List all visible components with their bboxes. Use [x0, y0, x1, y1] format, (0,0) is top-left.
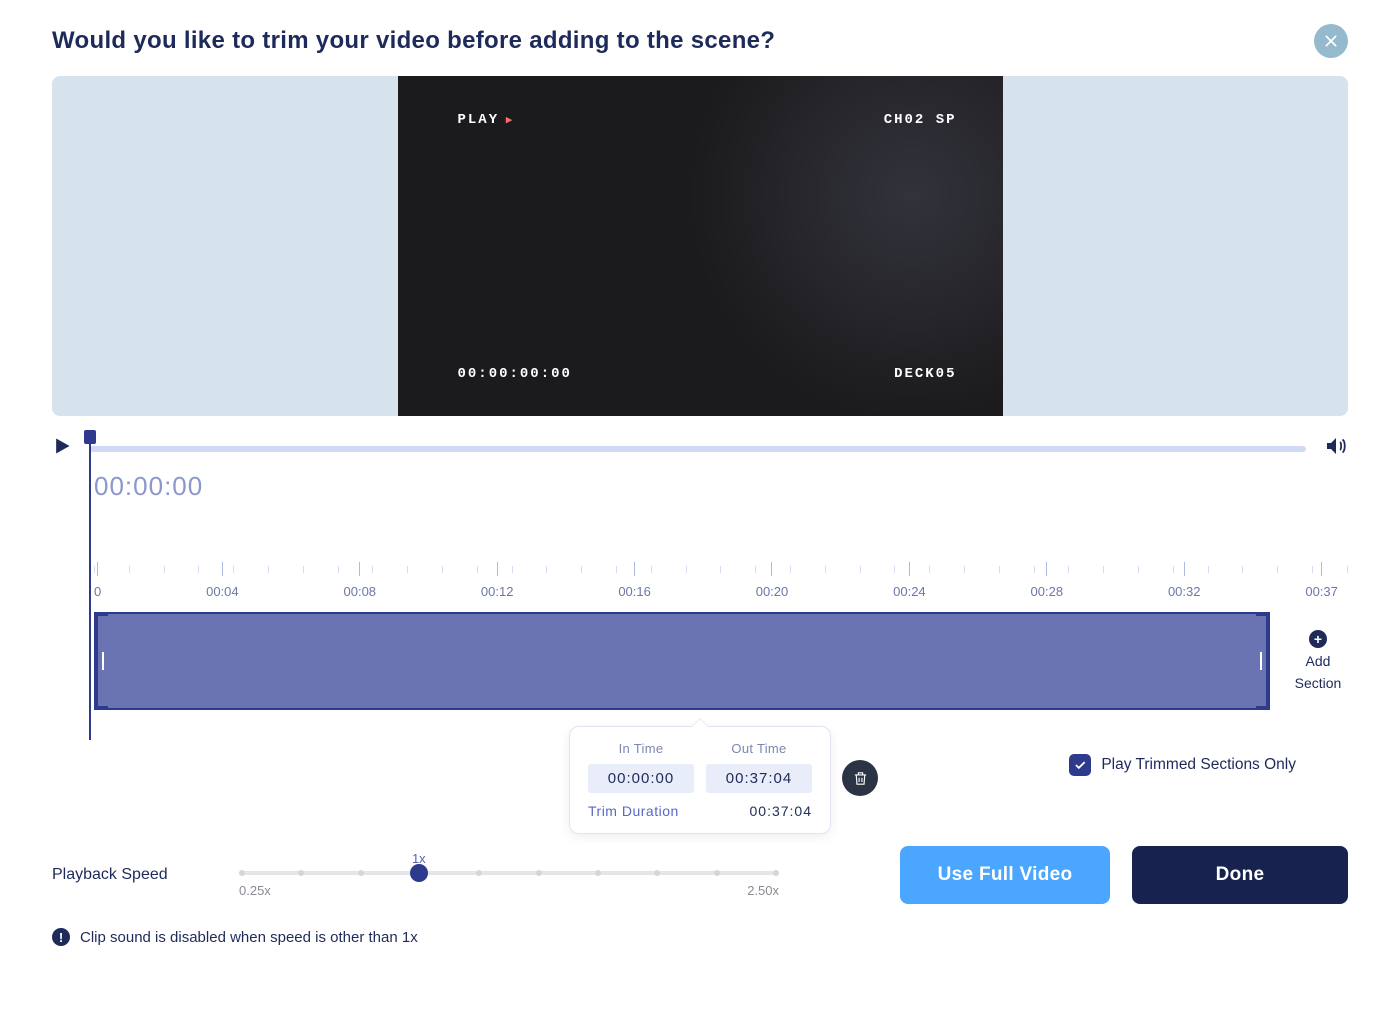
play-icon [52, 434, 72, 458]
speed-max: 2.50x [747, 883, 779, 898]
volume-button[interactable] [1324, 434, 1348, 463]
osd-timecode: 00:00:00:00 [458, 366, 572, 382]
trim-handle-right[interactable] [1256, 614, 1268, 708]
ruler-label: 00:16 [618, 584, 651, 599]
modal-header: Would you like to trim your video before… [52, 24, 1348, 58]
speed-min: 0.25x [239, 883, 271, 898]
plus-icon: + [1309, 630, 1327, 648]
volume-icon [1324, 434, 1348, 458]
modal-title: Would you like to trim your video before… [52, 27, 775, 55]
out-time-field[interactable]: 00:37:04 [706, 764, 812, 793]
speed-thumb[interactable] [410, 864, 428, 882]
scrub-track[interactable] [90, 446, 1306, 452]
video-preview-area: PLAY CH02 SP 00:00:00:00 DECK05 [52, 76, 1348, 416]
playback-speed-label: Playback Speed [52, 866, 217, 884]
in-time-label: In Time [588, 741, 694, 756]
close-icon [1323, 33, 1339, 49]
warning-icon: ! [52, 928, 70, 946]
ruler-label: 0 [94, 584, 101, 599]
scrub-row [52, 434, 1348, 463]
speed-slider[interactable]: 1x 0.25x 2.50x [239, 853, 779, 898]
delete-section-button[interactable] [842, 760, 878, 796]
ruler-label: 00:28 [1031, 584, 1064, 599]
speed-row: Playback Speed 1x 0.25x 2.50x Use Full V… [52, 846, 1348, 904]
timeline-ruler: 0 00:04 00:08 00:12 00:16 00:20 00:24 00… [94, 562, 1348, 608]
popover-row: In Time Out Time 00:00:00 00:37:04 Trim … [52, 726, 1348, 846]
video-frame[interactable]: PLAY CH02 SP 00:00:00:00 DECK05 [398, 76, 1003, 416]
trim-duration-label: Trim Duration [588, 803, 679, 819]
ruler-label: 00:08 [344, 584, 377, 599]
ruler-label: 00:24 [893, 584, 926, 599]
play-trimmed-checkbox[interactable]: Play Trimmed Sections Only [1069, 754, 1296, 776]
clip-track[interactable] [94, 612, 1270, 710]
ruler-label: 00:37 [1305, 584, 1338, 599]
in-time-field[interactable]: 00:00:00 [588, 764, 694, 793]
done-button[interactable]: Done [1132, 846, 1348, 904]
osd-deck: DECK05 [894, 366, 956, 382]
play-button[interactable] [52, 434, 72, 463]
trim-video-modal: Would you like to trim your video before… [0, 0, 1400, 966]
out-time-label: Out Time [706, 741, 812, 756]
ruler-label: 00:04 [206, 584, 239, 599]
trim-handle-left[interactable] [96, 614, 108, 708]
close-button[interactable] [1314, 24, 1348, 58]
ruler-major-ticks: 0 00:04 00:08 00:12 00:16 00:20 00:24 00… [94, 562, 1338, 608]
ruler-label: 00:12 [481, 584, 514, 599]
trim-duration-value: 00:37:04 [750, 803, 813, 819]
trash-icon [852, 770, 869, 787]
trim-popover: In Time Out Time 00:00:00 00:37:04 Trim … [569, 726, 831, 834]
add-section-button[interactable]: + Add Section [1288, 630, 1348, 692]
use-full-video-button[interactable]: Use Full Video [900, 846, 1110, 904]
osd-play: PLAY [458, 112, 513, 128]
ruler-label: 00:20 [756, 584, 789, 599]
current-time: 00:00:00 [94, 471, 1348, 502]
speed-warning: ! Clip sound is disabled when speed is o… [52, 928, 1348, 946]
clip-track-row: + Add Section [94, 612, 1348, 710]
osd-channel: CH02 SP [884, 112, 957, 128]
ruler-label: 00:32 [1168, 584, 1201, 599]
checkbox-checked-icon [1069, 754, 1091, 776]
